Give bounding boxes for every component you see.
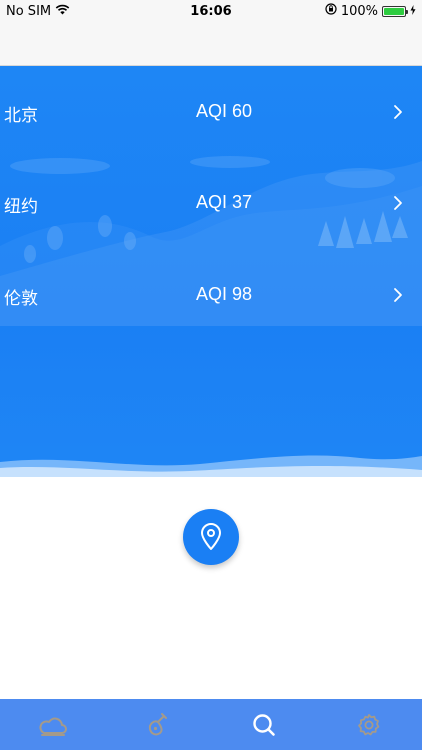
gear-icon [357, 713, 379, 735]
guitar-icon [148, 712, 167, 735]
tab-settings[interactable] [316, 699, 421, 750]
city-name: 纽约 [4, 197, 38, 217]
chevron-right-icon [394, 196, 402, 210]
location-pin-icon [201, 523, 221, 550]
city-aqi: AQI 98 [196, 284, 253, 304]
cloud-icon [38, 717, 67, 736]
tab-search[interactable] [211, 699, 316, 750]
tab-bar [0, 699, 422, 750]
battery-percent: 100% [340, 3, 378, 19]
battery-level [384, 7, 404, 15]
search-icon [252, 713, 275, 736]
locate-button[interactable] [183, 509, 239, 565]
city-aqi: AQI 60 [196, 101, 253, 121]
battery-icon [382, 5, 408, 17]
city-list-panel: 北京 AQI 60 纽约 AQI 37 伦敦 AQI 98 [0, 66, 422, 477]
city-row-new-york[interactable]: 纽约 AQI 37 [0, 183, 422, 223]
orientation-lock-icon [325, 3, 337, 19]
chevron-right-icon [394, 288, 402, 302]
tab-weather[interactable] [0, 699, 105, 750]
navigation-bar [0, 22, 422, 66]
chevron-right-icon [394, 105, 402, 119]
city-row-london[interactable]: 伦敦 AQI 98 [0, 275, 422, 315]
status-right: 100% [325, 3, 416, 19]
screen: No SIM 16:06 100% 北京 AQI 60 纽约 AQI 37 伦敦… [0, 0, 422, 750]
tab-tools[interactable] [105, 699, 210, 750]
city-row-beijing[interactable]: 北京 AQI 60 [0, 92, 422, 132]
city-aqi: AQI 37 [196, 192, 253, 212]
city-name: 北京 [4, 106, 38, 126]
status-bar: No SIM 16:06 100% [0, 0, 422, 22]
city-name: 伦敦 [4, 289, 38, 309]
charging-bolt-icon [410, 4, 416, 19]
